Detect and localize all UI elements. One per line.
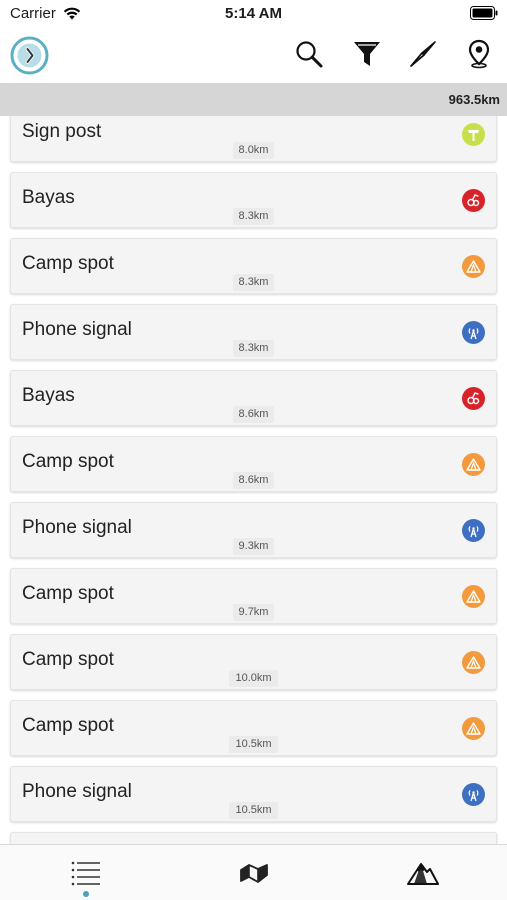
poi-distance: 10.0km <box>229 670 278 687</box>
poi-name: Camp spot <box>22 451 114 472</box>
poi-list-item[interactable]: Camp spot 10.5km <box>10 700 497 756</box>
poi-distance: 8.3km <box>232 208 275 225</box>
battery-icon <box>470 6 498 20</box>
poi-distance: 8.3km <box>232 274 275 291</box>
app-screen: Carrier 5:14 AM 963.5km Sign post 8.0km … <box>0 0 507 900</box>
filter-button[interactable] <box>350 37 384 71</box>
search-icon <box>296 41 323 68</box>
list-icon <box>71 861 100 886</box>
poi-name: Phone signal <box>22 517 132 538</box>
tent-icon <box>462 255 485 278</box>
tent-icon <box>462 651 485 674</box>
tab-map[interactable] <box>234 853 274 893</box>
poi-list-item[interactable]: Bayas 8.3km <box>10 172 497 228</box>
poi-name: Camp spot <box>22 649 114 670</box>
compass-icon <box>410 41 436 67</box>
poi-distance-badge: 8.3km <box>11 206 496 225</box>
berries-icon <box>462 189 485 212</box>
top-toolbar <box>0 28 507 82</box>
poi-distance: 8.6km <box>232 472 275 489</box>
location-button[interactable] <box>462 37 496 71</box>
poi-name: Camp spot <box>22 583 114 604</box>
poi-distance: 9.3km <box>232 538 275 555</box>
tent-icon <box>462 585 485 608</box>
status-bar: Carrier 5:14 AM <box>0 0 507 28</box>
poi-name: Camp spot <box>22 253 114 274</box>
total-distance-header: 963.5km <box>0 83 507 116</box>
poi-list-item[interactable]: Bayas 8.6km <box>10 370 497 426</box>
map-icon <box>240 864 268 883</box>
logo-icon[interactable] <box>10 36 49 75</box>
poi-distance: 10.5km <box>229 736 278 753</box>
poi-distance: 8.3km <box>232 340 275 357</box>
tab-list[interactable] <box>66 853 106 893</box>
berries-icon <box>462 387 485 410</box>
poi-name: Sign post <box>22 121 102 142</box>
poi-list-item[interactable]: Phone signal 10.5km <box>10 766 497 822</box>
search-button[interactable] <box>292 37 326 71</box>
poi-list-item[interactable]: Phone signal 8.3km <box>10 304 497 360</box>
poi-list-item[interactable]: Camp spot 8.3km <box>10 238 497 294</box>
poi-distance: 8.6km <box>232 406 275 423</box>
poi-name: Phone signal <box>22 319 132 340</box>
clock: 5:14 AM <box>225 5 282 22</box>
poi-list-item[interactable]: Camp spot 10.0km <box>10 634 497 690</box>
poi-name: Bayas <box>22 385 75 406</box>
total-distance-value: 963.5km <box>448 92 500 107</box>
poi-list-item[interactable]: Camp spot 9.7km <box>10 568 497 624</box>
poi-list-item-partial[interactable] <box>10 832 497 844</box>
tent-icon <box>462 453 485 476</box>
phone-signal-icon <box>462 519 485 542</box>
filter-icon <box>354 42 380 66</box>
compass-button[interactable] <box>406 37 440 71</box>
poi-name: Bayas <box>22 187 75 208</box>
poi-distance: 8.0km <box>232 142 275 159</box>
poi-distance: 9.7km <box>232 604 275 621</box>
poi-list-item[interactable]: Phone signal 9.3km <box>10 502 497 558</box>
poi-name: Phone signal <box>22 781 132 802</box>
poi-name: Camp spot <box>22 715 114 736</box>
poi-list-item[interactable]: Camp spot 8.6km <box>10 436 497 492</box>
location-pin-icon <box>468 39 490 69</box>
poi-list-item[interactable]: Sign post 8.0km <box>10 116 497 162</box>
bottom-tab-bar <box>0 844 507 900</box>
tab-elevation[interactable] <box>403 853 443 893</box>
poi-distance: 10.5km <box>229 802 278 819</box>
active-tab-indicator <box>83 891 89 897</box>
poi-distance-badge: 8.6km <box>11 404 496 423</box>
signpost-icon <box>462 123 485 146</box>
tent-icon <box>462 717 485 740</box>
poi-list-viewport[interactable]: Sign post 8.0km Bayas 8.3km Camp spot 8.3km Ph… <box>0 116 507 844</box>
phone-signal-icon <box>462 783 485 806</box>
phone-signal-icon <box>462 321 485 344</box>
mountain-icon <box>407 863 439 885</box>
